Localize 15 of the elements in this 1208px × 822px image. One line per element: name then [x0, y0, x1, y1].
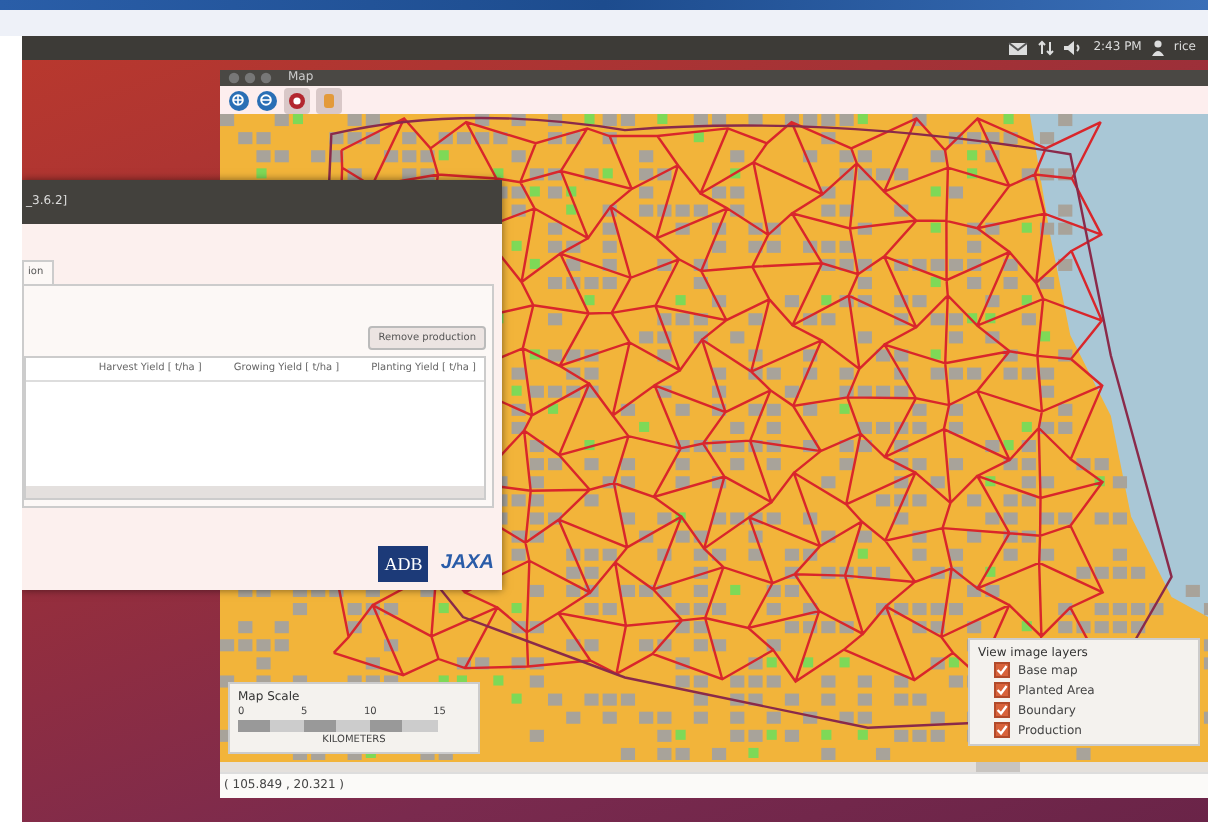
layer-checkbox[interactable] [994, 682, 1010, 698]
layer-checkbox[interactable] [994, 722, 1010, 738]
adb-logo: ADB [378, 546, 429, 582]
jaxa-logo: JAXA [440, 550, 494, 578]
layer-checkbox[interactable] [994, 702, 1010, 718]
speaker-icon[interactable] [1063, 40, 1084, 56]
scrollbar-thumb[interactable] [976, 762, 1020, 772]
person-icon[interactable] [1151, 40, 1164, 56]
horizontal-scrollbar[interactable] [26, 486, 484, 498]
target-icon[interactable] [284, 87, 310, 113]
network-icon[interactable] [1037, 40, 1054, 56]
zoom-out-icon[interactable] [256, 89, 278, 111]
zoom-in-icon[interactable] [228, 89, 250, 111]
mail-icon[interactable] [1007, 41, 1028, 55]
layer-checkbox[interactable] [994, 662, 1010, 678]
